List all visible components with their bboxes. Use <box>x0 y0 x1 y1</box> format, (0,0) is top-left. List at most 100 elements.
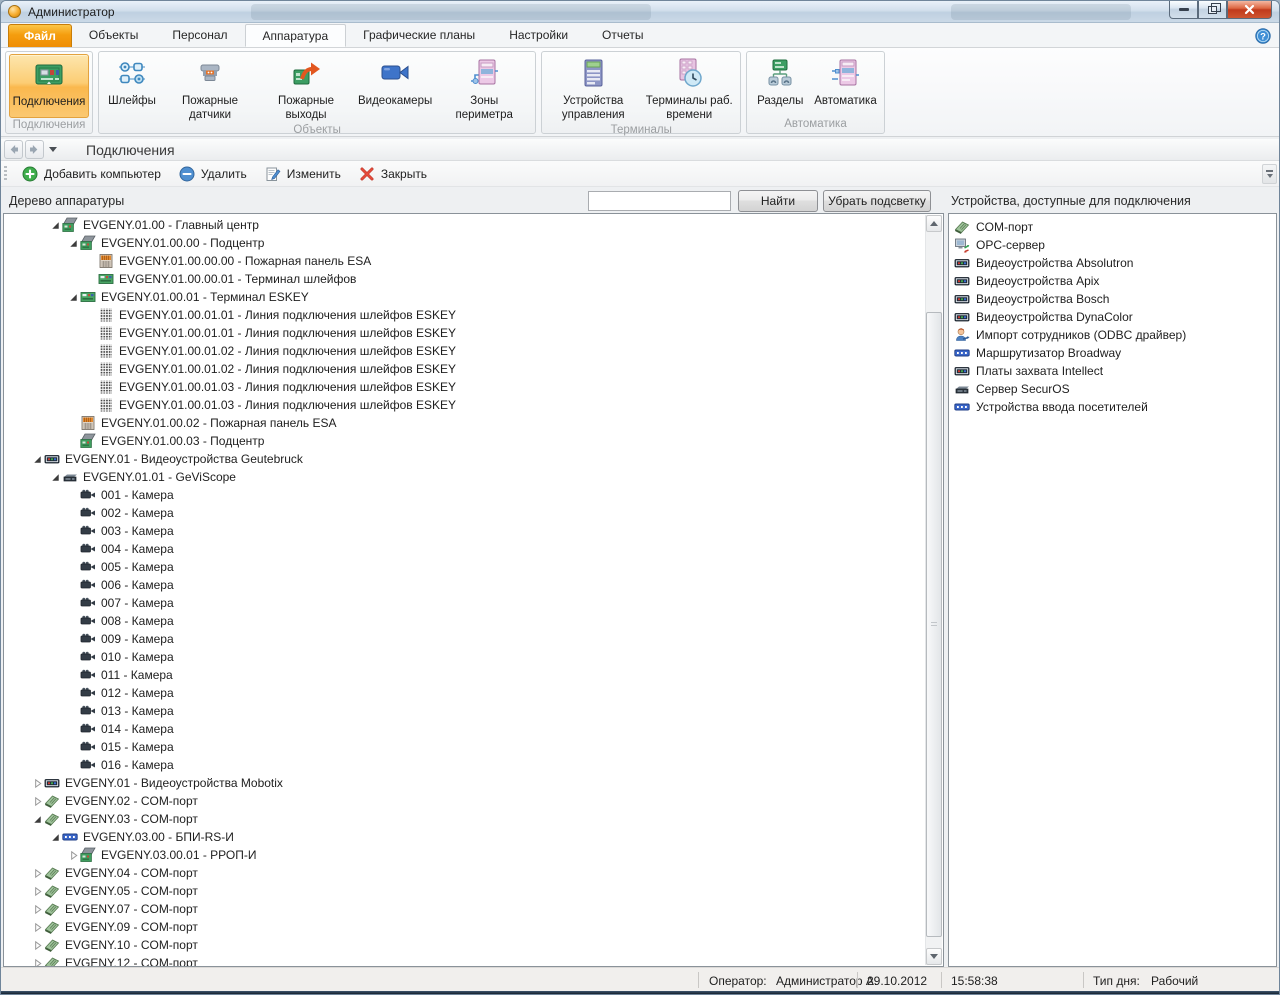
restore-button[interactable] <box>1198 1 1227 19</box>
connections-button[interactable]: Подключения <box>9 54 89 118</box>
tree-item[interactable]: EVGENY.03 - COM-порт <box>4 810 925 828</box>
tree-item[interactable]: 004 - Камера <box>4 540 925 558</box>
device-list-item[interactable]: Видеоустройства Bosch <box>949 290 1276 308</box>
fire-outputs-button[interactable]: Пожарные выходы <box>258 54 354 123</box>
expander-collapsed-icon[interactable] <box>30 884 44 898</box>
tree-item[interactable]: EVGENY.01 - Видеоустройства Mobotix <box>4 774 925 792</box>
fire-sensors-button[interactable]: Пожарные датчики <box>162 54 258 123</box>
device-list-item[interactable]: Импорт сотрудников (ODBC драйвер) <box>949 326 1276 344</box>
tree-scrollbar[interactable] <box>925 215 942 965</box>
tab-hardware[interactable]: Аппаратура <box>245 24 347 47</box>
tree-item[interactable]: 012 - Камера <box>4 684 925 702</box>
device-list-item[interactable]: Видеоустройства Absolutron <box>949 254 1276 272</box>
tree-item[interactable]: EVGENY.01.00.00.00 - Пожарная панель ESA <box>4 252 925 270</box>
tree-item[interactable]: 006 - Камера <box>4 576 925 594</box>
close-window-button[interactable] <box>1227 1 1272 19</box>
tree-item[interactable]: EVGENY.01.00 - Главный центр <box>4 216 925 234</box>
title-bar[interactable]: Администратор <box>1 1 1279 23</box>
device-list-item[interactable]: OPC-сервер <box>949 236 1276 254</box>
clear-highlight-button[interactable]: Убрать подсветку <box>823 190 931 212</box>
expander-collapsed-icon[interactable] <box>30 902 44 916</box>
tree-item[interactable]: EVGENY.10 - COM-порт <box>4 936 925 954</box>
tree-item[interactable]: 015 - Камера <box>4 738 925 756</box>
device-list-item[interactable]: Платы захвата Intellect <box>949 362 1276 380</box>
device-list-item[interactable]: Сервер SecurOS <box>949 380 1276 398</box>
expander-collapsed-icon[interactable] <box>30 794 44 808</box>
device-list-item[interactable]: COM-порт <box>949 218 1276 236</box>
find-button[interactable]: Найти <box>738 190 818 212</box>
tree-item[interactable]: EVGENY.01.01 - GeViScope <box>4 468 925 486</box>
minimize-button[interactable] <box>1169 1 1198 19</box>
tree-item[interactable]: EVGENY.01.00.00.01 - Терминал шлейфов <box>4 270 925 288</box>
back-button[interactable] <box>4 140 23 159</box>
tab-personnel[interactable]: Персонал <box>155 24 244 47</box>
tab-file[interactable]: Файл <box>8 24 72 47</box>
tree-item[interactable]: 016 - Камера <box>4 756 925 774</box>
loops-button[interactable]: Шлейфы <box>102 54 162 110</box>
automation-button[interactable]: Автоматика <box>810 54 880 110</box>
expander-expanded-icon[interactable] <box>66 236 80 250</box>
expander-expanded-icon[interactable] <box>48 218 62 232</box>
tree-item[interactable]: EVGENY.01.00.01.03 - Линия подключения ш… <box>4 378 925 396</box>
tree-item[interactable]: EVGENY.05 - COM-порт <box>4 882 925 900</box>
help-button[interactable]: ? <box>1255 28 1271 44</box>
expander-expanded-icon[interactable] <box>30 812 44 826</box>
device-list-item[interactable]: Маршрутизатор Broadway <box>949 344 1276 362</box>
partitions-button[interactable]: Разделы <box>750 54 810 110</box>
expander-expanded-icon[interactable] <box>66 290 80 304</box>
toolbar-overflow-button[interactable] <box>1262 164 1277 184</box>
expander-collapsed-icon[interactable] <box>66 848 80 862</box>
tree-item[interactable]: EVGENY.01.00.01.01 - Линия подключения ш… <box>4 306 925 324</box>
forward-button[interactable] <box>25 140 44 159</box>
expander-collapsed-icon[interactable] <box>30 956 44 967</box>
scroll-up-button[interactable] <box>926 215 942 232</box>
delete-button[interactable]: Удалить <box>170 163 256 185</box>
tree-item[interactable]: 009 - Камера <box>4 630 925 648</box>
tree-item[interactable]: EVGENY.04 - COM-порт <box>4 864 925 882</box>
tree-item[interactable]: 003 - Камера <box>4 522 925 540</box>
tab-reports[interactable]: Отчеты <box>585 24 660 47</box>
tree-item[interactable]: 014 - Камера <box>4 720 925 738</box>
time-terminals-button[interactable]: Терминалы раб. времени <box>641 54 737 123</box>
tree-item[interactable]: 011 - Камера <box>4 666 925 684</box>
expander-collapsed-icon[interactable] <box>30 776 44 790</box>
expander-expanded-icon[interactable] <box>30 452 44 466</box>
device-list-item[interactable]: Видеоустройства Apix <box>949 272 1276 290</box>
nav-history-dropdown[interactable] <box>46 140 60 159</box>
scroll-down-button[interactable] <box>926 948 942 965</box>
expander-collapsed-icon[interactable] <box>30 920 44 934</box>
expander-collapsed-icon[interactable] <box>30 938 44 952</box>
tree-item[interactable]: EVGENY.03.00 - БПИ-RS-И <box>4 828 925 846</box>
tree-item[interactable]: EVGENY.02 - COM-порт <box>4 792 925 810</box>
tree-item[interactable]: EVGENY.12 - COM-порт <box>4 954 925 967</box>
tree-item[interactable]: 005 - Камера <box>4 558 925 576</box>
tree-item[interactable]: EVGENY.01.00.01.01 - Линия подключения ш… <box>4 324 925 342</box>
tree-item[interactable]: 010 - Камера <box>4 648 925 666</box>
tree-item[interactable]: 002 - Камера <box>4 504 925 522</box>
tree-item[interactable]: 008 - Камера <box>4 612 925 630</box>
close-view-button[interactable]: Закрыть <box>350 163 436 185</box>
add-computer-button[interactable]: Добавить компьютер <box>13 163 170 185</box>
tree-item[interactable]: EVGENY.01.00.01.02 - Линия подключения ш… <box>4 342 925 360</box>
expander-expanded-icon[interactable] <box>48 830 62 844</box>
perimeter-zones-button[interactable]: Зоны периметра <box>436 54 532 123</box>
tree-item[interactable]: EVGENY.09 - COM-порт <box>4 918 925 936</box>
scrollbar-thumb[interactable] <box>926 312 942 937</box>
expander-collapsed-icon[interactable] <box>30 866 44 880</box>
search-input[interactable] <box>588 191 731 211</box>
tree-item[interactable]: EVGENY.07 - COM-порт <box>4 900 925 918</box>
expander-expanded-icon[interactable] <box>48 470 62 484</box>
tree-item[interactable]: EVGENY.01.00.02 - Пожарная панель ESA <box>4 414 925 432</box>
tab-settings[interactable]: Настройки <box>492 24 585 47</box>
tree-item[interactable]: 007 - Камера <box>4 594 925 612</box>
tree-item[interactable]: EVGENY.01.00.01 - Терминал ESKEY <box>4 288 925 306</box>
device-list-item[interactable]: Устройства ввода посетителей <box>949 398 1276 416</box>
tree-item[interactable]: EVGENY.01.00.03 - Подцентр <box>4 432 925 450</box>
device-list-item[interactable]: Видеоустройства DynaColor <box>949 308 1276 326</box>
edit-button[interactable]: Изменить <box>256 163 350 185</box>
tree-item[interactable]: 001 - Камера <box>4 486 925 504</box>
tree-item[interactable]: EVGENY.01.00.01.03 - Линия подключения ш… <box>4 396 925 414</box>
control-devices-button[interactable]: Устройства управления <box>545 54 641 123</box>
tree-item[interactable]: EVGENY.01.00.01.02 - Линия подключения ш… <box>4 360 925 378</box>
video-cameras-button[interactable]: Видеокамеры <box>354 54 436 110</box>
